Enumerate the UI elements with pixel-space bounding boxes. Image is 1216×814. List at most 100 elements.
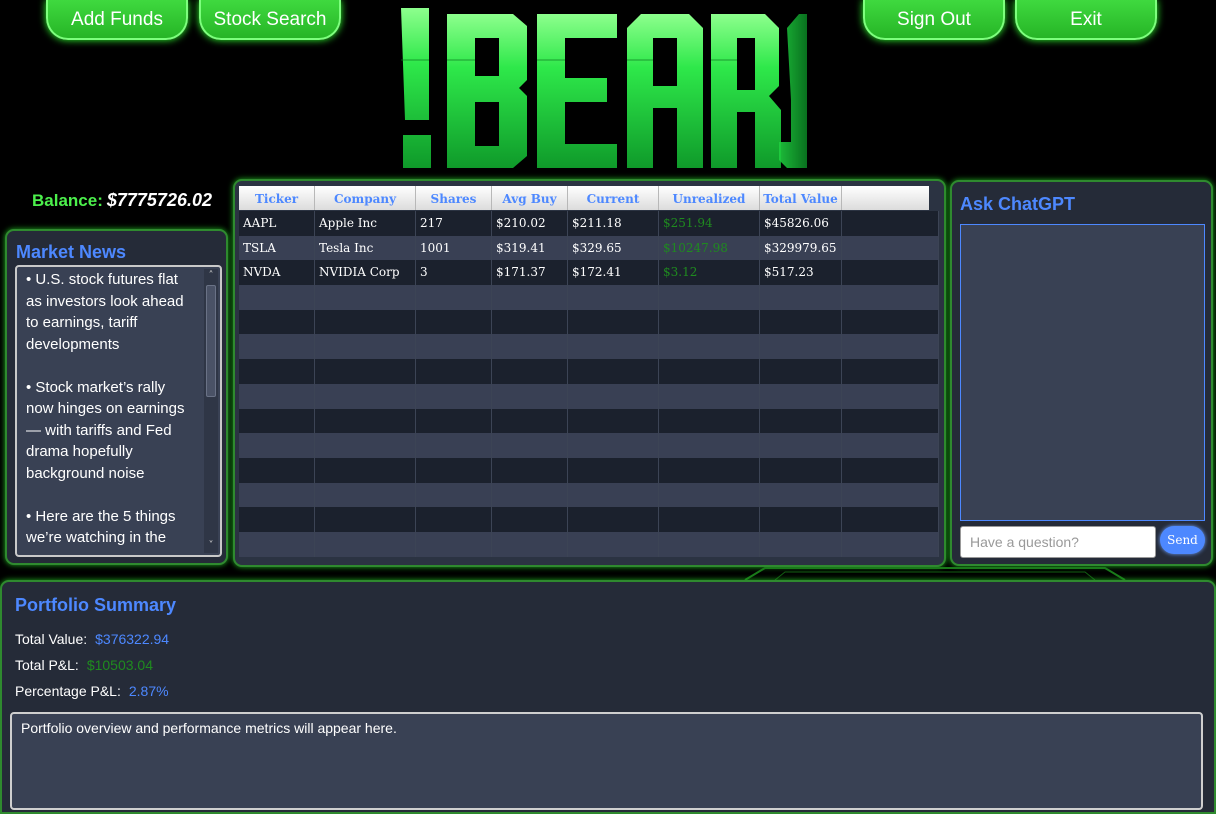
table-cell [568,285,659,310]
table-cell [416,383,492,409]
table-cell [492,285,568,310]
table-row[interactable] [239,383,939,409]
table-cell: AAPL [239,211,315,236]
portfolio-overview-area[interactable]: Portfolio overview and performance metri… [10,712,1203,810]
table-row[interactable] [239,408,939,434]
table-cell [315,433,416,458]
table-cell [239,285,315,310]
table-cell [842,235,939,261]
table-row[interactable] [239,285,939,310]
table-row[interactable] [239,309,939,335]
chat-history [960,224,1205,521]
table-cell: TSLA [239,235,315,261]
scroll-down-icon[interactable]: ˅ [204,539,218,553]
table-cell [568,433,659,458]
table-row[interactable] [239,433,939,458]
table-cell [315,408,416,434]
table-cell [239,408,315,434]
table-cell [416,359,492,384]
table-row[interactable]: NVDA NVIDIA Corp 3 $171.37 $172.41 $3.12 $517.… [239,260,939,286]
table-cell: $329.65 [568,235,659,261]
table-cell [659,285,760,310]
table-row[interactable] [239,457,939,483]
scroll-thumb[interactable] [206,285,216,397]
table-cell [659,383,760,409]
percentage-pl: 2.87% [128,683,169,699]
table-cell [760,383,842,409]
table-cell [842,531,939,557]
table-row[interactable]: AAPL Apple Inc 217 $210.02 $211.18 $251.94 $45… [239,211,939,236]
table-row[interactable] [239,531,939,557]
news-item: • U.S. stock futures flat as investors l… [26,271,184,353]
table-row[interactable] [239,507,939,532]
table-cell [492,433,568,458]
table-cell [416,507,492,532]
table-row[interactable] [239,482,939,508]
column-header-unrealized-gain[interactable]: Unrealized Gain [659,186,760,232]
table-cell [315,285,416,310]
sign-out-button[interactable]: Sign Out [863,0,1005,40]
balance-display: Balance: $7775726.02 [32,190,212,211]
table-cell [239,457,315,483]
total-pl: $10503.04 [86,657,154,673]
table-cell [416,482,492,508]
table-cell: $3.12 [659,260,760,286]
news-item: • Here are the 5 things we’re watching i… [26,507,176,547]
table-cell: $319.41 [492,235,568,261]
table-cell [239,383,315,409]
table-cell [659,482,760,508]
table-cell: $10247.98 [659,235,760,261]
table-cell [315,309,416,335]
table-row[interactable]: TSLA Tesla Inc 1001 $319.41 $329.65 $10247.98… [239,235,939,261]
stock-search-button[interactable]: Stock Search [199,0,341,40]
table-cell [568,359,659,384]
table-cell [842,482,939,508]
table-cell [416,334,492,360]
table-cell [760,334,842,360]
column-header-company[interactable]: Company [315,186,416,210]
table-cell [315,383,416,409]
table-row[interactable] [239,334,939,360]
column-header-total-value[interactable]: Total Value [760,186,842,210]
table-cell [568,309,659,335]
table-cell [760,482,842,508]
table-cell [568,334,659,360]
table-cell [659,531,760,557]
table-cell [492,309,568,335]
exit-button[interactable]: Exit [1015,0,1157,40]
table-cell [760,285,842,310]
table-cell: NVIDIA Corp [315,260,416,286]
table-cell [416,309,492,335]
scroll-up-icon[interactable]: ˄ [204,269,218,283]
news-scrollbar[interactable]: ˄ ˅ [204,269,218,553]
table-cell [315,359,416,384]
table-cell [416,408,492,434]
table-cell [659,457,760,483]
table-cell [239,531,315,557]
total-pl-label: Total P&L: [15,657,79,673]
table-cell: Apple Inc [315,211,416,236]
news-list[interactable]: • U.S. stock futures flat as investors l… [15,265,222,557]
table-cell: 1001 [416,235,492,261]
column-header-ticker[interactable]: Ticker [239,186,315,210]
table-cell: $517.23 [760,260,842,286]
news-item: • Stock market’s rally now hinges on ear… [26,378,185,482]
column-header-current-price[interactable]: Current Price [568,186,659,232]
chat-title: Ask ChatGPT [960,194,1076,214]
table-cell [239,309,315,335]
send-button[interactable]: Send [1160,526,1205,554]
column-header-shares[interactable]: Shares [416,186,492,210]
table-cell [568,507,659,532]
column-header-avg-buy[interactable]: Avg Buy [492,186,568,210]
table-cell [659,334,760,360]
add-funds-button[interactable]: Add Funds [46,0,188,40]
portfolio-summary-panel: Portfolio Summary Total Value: $376322.94… [0,580,1216,814]
table-cell [842,408,939,434]
table-cell [416,433,492,458]
chat-input[interactable]: Have a question? [960,526,1156,558]
table-cell [760,507,842,532]
table-row[interactable] [239,359,939,384]
table-cell [492,359,568,384]
market-news-title: Market News [16,242,127,262]
table-cell [842,309,939,335]
